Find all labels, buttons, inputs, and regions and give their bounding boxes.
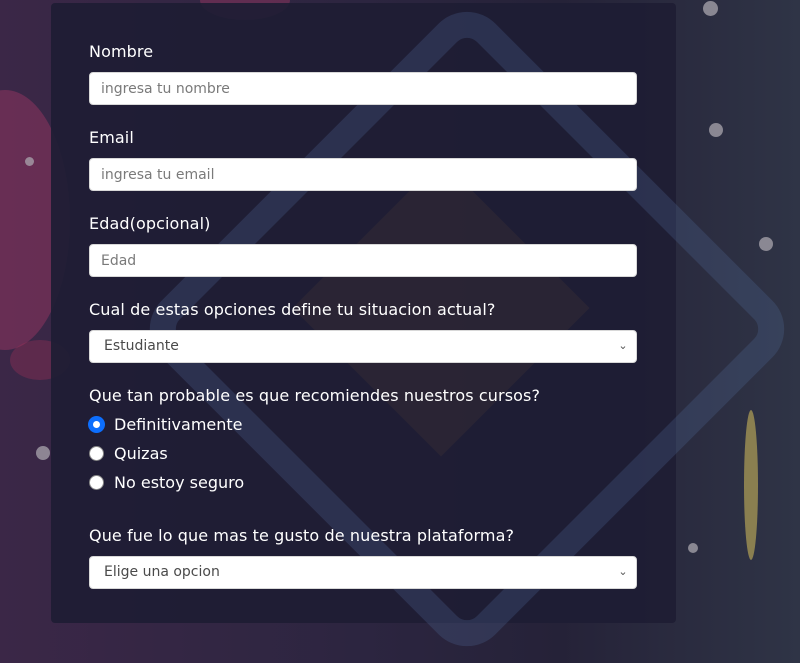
name-label: Nombre: [89, 42, 154, 61]
background-dot: [709, 123, 723, 137]
liked-label: Que fue lo que mas te gusto de nuestra p…: [89, 526, 515, 545]
email-label: Email: [89, 128, 134, 147]
radio-option-label: No estoy seguro: [114, 473, 245, 492]
recommend-option-definitivamente[interactable]: Definitivamente: [89, 410, 637, 439]
background-dot: [25, 157, 34, 166]
background-dot: [36, 446, 50, 460]
background-dot: [703, 1, 718, 16]
chevron-down-icon: ⌄: [618, 565, 628, 578]
liked-selected-value: Elige una opcion: [104, 564, 220, 580]
radio-option-label: Quizas: [114, 444, 168, 463]
situation-field-group: Cual de estas opciones define tu situaci…: [89, 300, 637, 363]
liked-select[interactable]: Elige una opcion ⌄: [89, 556, 637, 589]
radio-button-checked[interactable]: [89, 417, 104, 432]
chevron-down-icon: ⌄: [618, 339, 628, 352]
liked-field-group: Que fue lo que mas te gusto de nuestra p…: [89, 526, 637, 589]
age-input[interactable]: [89, 244, 637, 277]
background-blob: [744, 410, 758, 560]
radio-button[interactable]: [89, 446, 104, 461]
situation-selected-value: Estudiante: [104, 338, 179, 354]
recommend-option-quizas[interactable]: Quizas: [89, 439, 637, 468]
email-field-group: Email: [89, 128, 637, 191]
age-field-group: Edad(opcional): [89, 214, 637, 277]
email-input[interactable]: [89, 158, 637, 191]
situation-label: Cual de estas opciones define tu situaci…: [89, 300, 496, 319]
survey-form-card: Nombre Email Edad(opcional) Cual de esta…: [51, 0, 800, 663]
background-dot: [688, 543, 698, 553]
name-input[interactable]: [89, 72, 637, 105]
radio-option-label: Definitivamente: [114, 415, 243, 434]
age-label: Edad(opcional): [89, 214, 211, 233]
recommend-option-no-estoy-seguro[interactable]: No estoy seguro: [89, 468, 637, 497]
radio-button[interactable]: [89, 475, 104, 490]
recommend-label: Que tan probable es que recomiendes nues…: [89, 386, 541, 405]
situation-select[interactable]: Estudiante ⌄: [89, 330, 637, 363]
recommend-field-group: Que tan probable es que recomiendes nues…: [89, 386, 637, 497]
background-dot: [759, 237, 773, 251]
name-field-group: Nombre: [89, 42, 637, 105]
